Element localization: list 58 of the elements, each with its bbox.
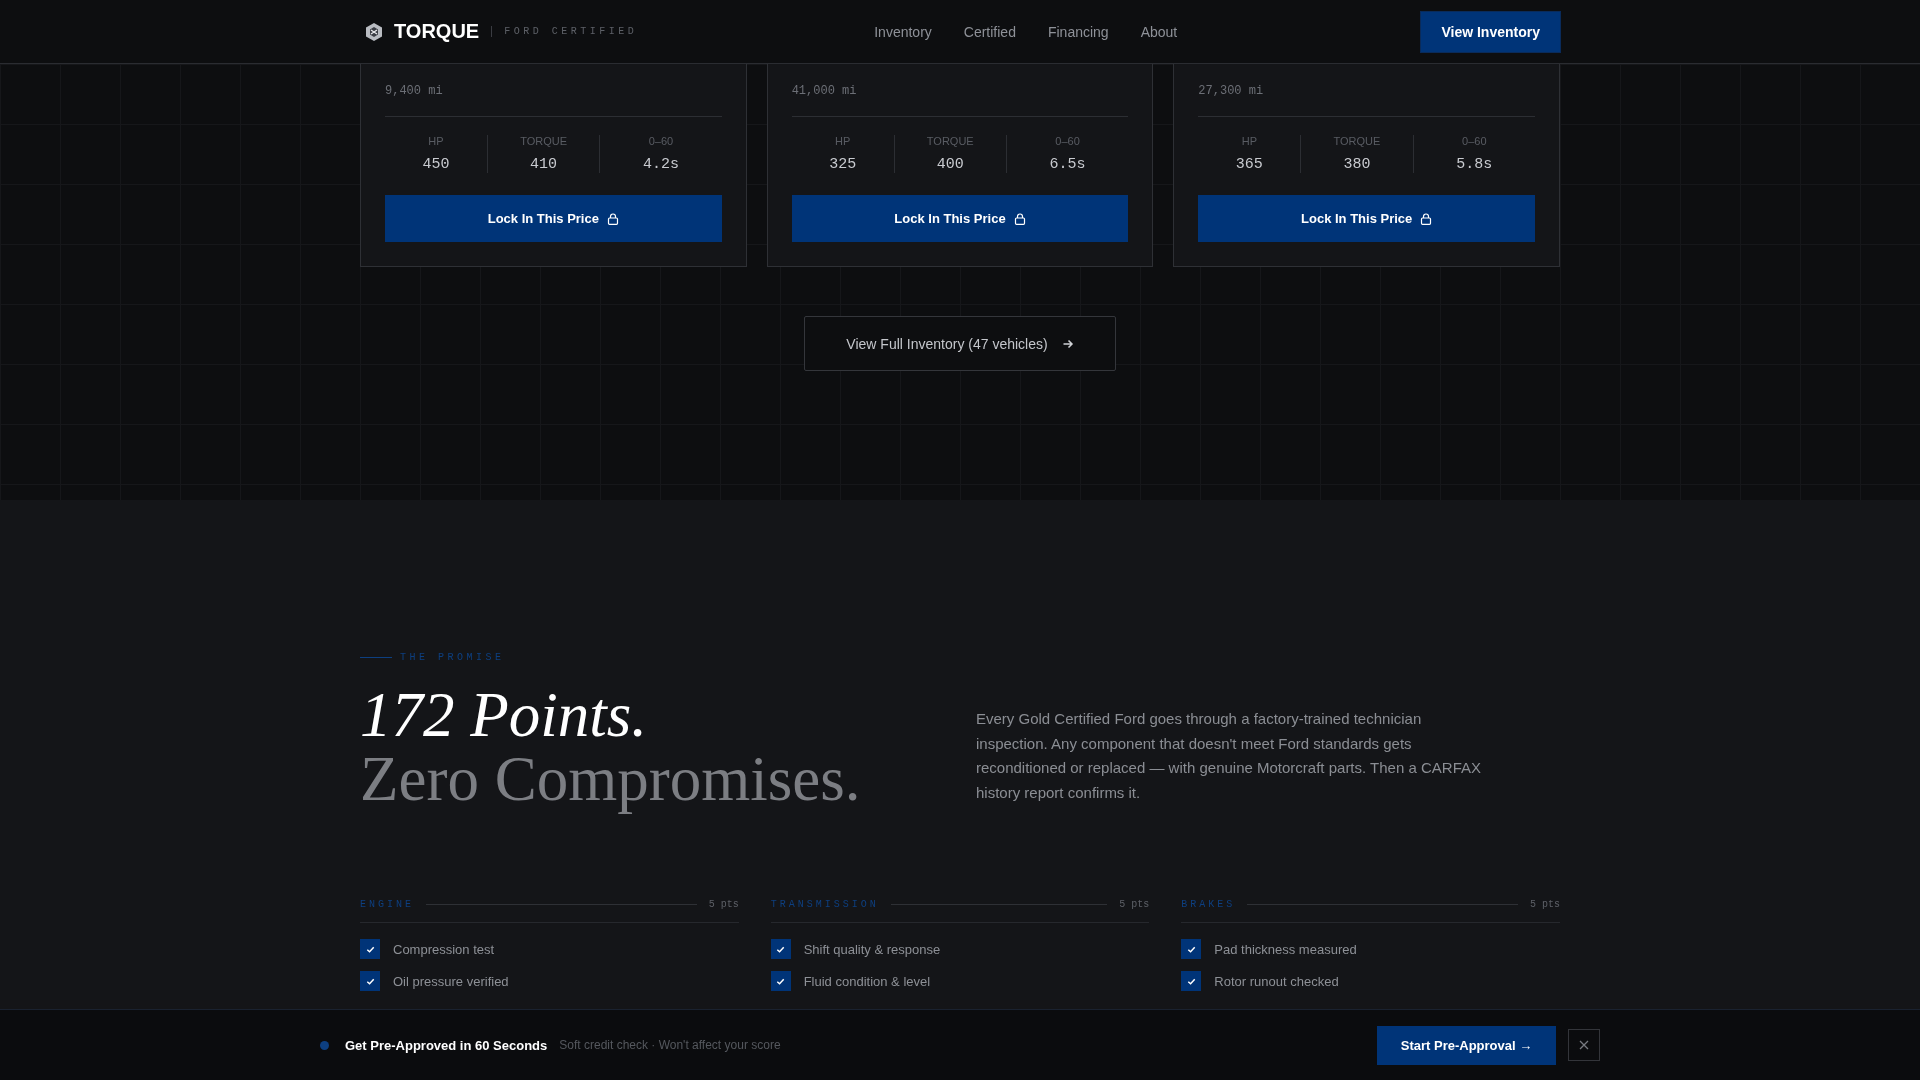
lock-icon bbox=[1013, 212, 1026, 225]
close-icon bbox=[1578, 1039, 1590, 1051]
stat-label: HP bbox=[427, 135, 445, 147]
view-inventory-button[interactable]: View Inventory bbox=[1421, 11, 1560, 52]
lock-price-button[interactable]: Lock In This Price bbox=[791, 195, 1129, 242]
stat-label: 0–60 bbox=[647, 135, 675, 147]
points-count: 5 pts bbox=[1529, 899, 1560, 910]
category-title: ENGINE bbox=[360, 899, 414, 910]
stat-label: HP bbox=[834, 135, 852, 147]
logo-icon bbox=[364, 21, 384, 42]
stat-label: HP bbox=[1240, 135, 1258, 147]
mileage: 41,000 mi bbox=[791, 84, 1129, 117]
stat-value: 450 bbox=[421, 156, 451, 173]
check-item-label: Oil pressure verified bbox=[393, 973, 509, 989]
heading-line: 172 Points. bbox=[360, 683, 648, 747]
stat-value: 365 bbox=[1234, 156, 1264, 173]
points-count: 5 pts bbox=[708, 899, 739, 910]
arrow-right-icon bbox=[1061, 337, 1074, 350]
stat-value: 380 bbox=[1342, 156, 1372, 173]
nav-link[interactable]: About bbox=[1140, 23, 1178, 40]
stat-value: 400 bbox=[935, 156, 965, 173]
view-full-inventory-button[interactable]: View Full Inventory (47 vehicles) bbox=[804, 316, 1116, 371]
stat-value: 325 bbox=[828, 156, 858, 173]
brand-tagline: FORD CERTIFIED bbox=[491, 26, 638, 37]
section-eyebrow: THE PROMISE bbox=[400, 652, 505, 663]
nav-link[interactable]: Financing bbox=[1047, 23, 1109, 40]
stat-label: 0–60 bbox=[1461, 135, 1488, 147]
stat-value: 410 bbox=[529, 156, 559, 173]
lock-price-button[interactable]: Lock In This Price bbox=[1198, 195, 1535, 242]
mileage: 27,300 mi bbox=[1198, 84, 1535, 117]
brand-name[interactable]: TORQUE bbox=[394, 20, 480, 43]
stat-value: 4.2s bbox=[641, 156, 680, 173]
check-item-label: Fluid condition & level bbox=[803, 973, 931, 989]
lock-icon bbox=[1420, 212, 1433, 225]
check-item-label: Rotor runout checked bbox=[1214, 973, 1339, 989]
points-count: 5 pts bbox=[1119, 899, 1150, 910]
start-pre-approval-button[interactable]: Start Pre-Approval → bbox=[1377, 1025, 1556, 1065]
status-dot bbox=[320, 1040, 329, 1050]
stat-value: 5.8s bbox=[1455, 156, 1494, 173]
check-item-label: Shift quality & response bbox=[803, 941, 941, 957]
lock-icon bbox=[606, 212, 619, 225]
check-item-label: Pad thickness measured bbox=[1214, 941, 1357, 957]
category-title: BRAKES bbox=[1181, 899, 1236, 910]
category-title: TRANSMISSION bbox=[770, 899, 879, 910]
close-button[interactable] bbox=[1568, 1029, 1600, 1061]
check-item-label: Compression test bbox=[393, 941, 495, 957]
stat-label: TORQUE bbox=[925, 135, 975, 147]
banner-subtitle: Soft credit check · Won't affect your score bbox=[559, 1038, 781, 1052]
stat-label: 0–60 bbox=[1054, 135, 1081, 147]
banner-title: Get Pre-Approved in 60 Seconds bbox=[345, 1037, 548, 1053]
stat-value: 6.5s bbox=[1048, 156, 1087, 173]
stat-label: TORQUE bbox=[1332, 135, 1382, 147]
nav-link[interactable]: Certified bbox=[963, 23, 1016, 40]
promise-paragraph: Every Gold Certified Ford goes through a factory-trained technician inspection. Any component that doesn't meet Ford standards gets reconditioned or replaced — with genuine Motorcraft parts. Then a CARFAX history report confirms it. bbox=[976, 709, 1482, 803]
lock-price-button[interactable]: Lock In This Price bbox=[385, 195, 722, 242]
nav-link[interactable]: Inventory bbox=[874, 23, 932, 40]
stat-label: TORQUE bbox=[519, 135, 569, 147]
mileage: 9,400 mi bbox=[385, 84, 722, 117]
